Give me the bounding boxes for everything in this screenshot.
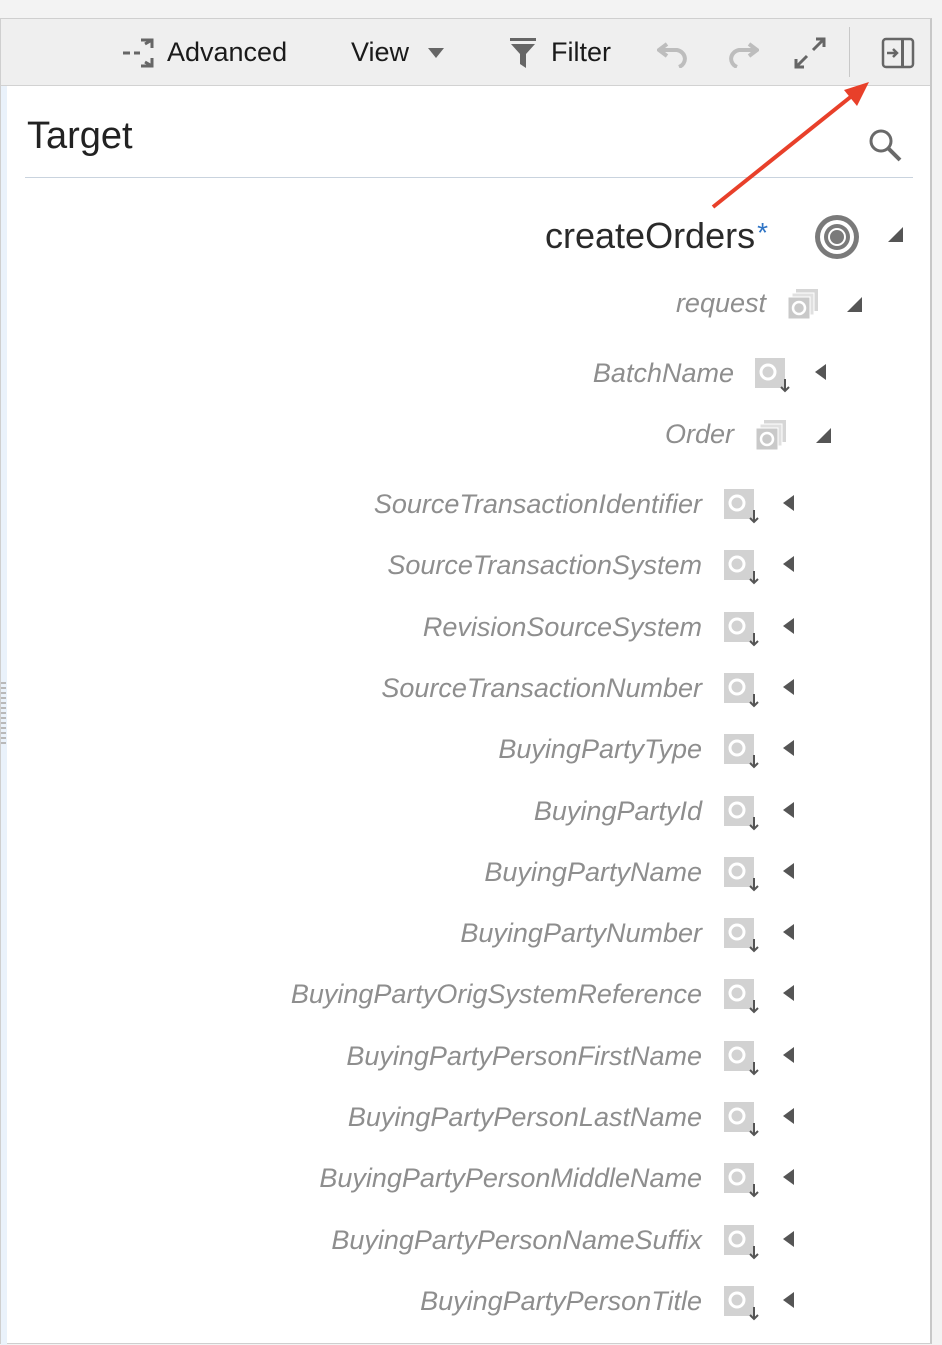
- leaf-element-icon: [723, 733, 759, 774]
- tree-node-order-field[interactable]: BuyingPartyPersonFirstName: [346, 1041, 702, 1072]
- tree-node-request[interactable]: request: [676, 288, 766, 319]
- tree-node-createOrders[interactable]: createOrders*: [545, 215, 768, 257]
- expand-triangle-icon[interactable]: [783, 1292, 794, 1308]
- expand-triangle-icon[interactable]: [783, 1169, 794, 1185]
- leaf-element-icon: [723, 1162, 759, 1203]
- leaf-element-icon: [723, 1224, 759, 1265]
- required-marker: *: [757, 217, 768, 248]
- expand-button[interactable]: [793, 19, 827, 86]
- expand-triangle-icon[interactable]: [783, 740, 794, 756]
- expand-triangle-icon[interactable]: [783, 924, 794, 940]
- expand-triangle-icon[interactable]: [783, 495, 794, 511]
- tree-node-order-field[interactable]: BuyingPartyPersonLastName: [348, 1102, 702, 1133]
- magnifier-icon: [867, 129, 903, 167]
- leaf-element-icon: [723, 611, 759, 652]
- leaf-element-icon: [723, 795, 759, 836]
- view-label: View: [351, 37, 410, 67]
- tree-node-order-field[interactable]: BuyingPartyPersonTitle: [420, 1286, 702, 1317]
- chevron-down-icon: [427, 47, 445, 59]
- redo-icon: [725, 38, 759, 68]
- expand-triangle-icon[interactable]: [783, 1231, 794, 1247]
- target-icon: [813, 213, 861, 266]
- tree-node-order-field[interactable]: BuyingPartyName: [484, 857, 702, 888]
- tree-node-order-field[interactable]: BuyingPartyPersonNameSuffix: [331, 1225, 702, 1256]
- expand-triangle-icon[interactable]: [783, 802, 794, 818]
- filter-button[interactable]: Filter: [509, 19, 611, 86]
- leaf-element-icon: [723, 978, 759, 1019]
- expand-icon: [793, 36, 827, 70]
- filter-label: Filter: [551, 37, 611, 67]
- leaf-element-icon: [723, 1040, 759, 1081]
- tree-node-order-field[interactable]: RevisionSourceSystem: [423, 612, 702, 643]
- tree-node-Order[interactable]: Order: [665, 419, 734, 450]
- leaf-element-icon: [754, 357, 790, 398]
- undo-button[interactable]: [657, 19, 691, 86]
- expand-triangle-icon[interactable]: [783, 679, 794, 695]
- view-menu-button[interactable]: View: [351, 19, 445, 86]
- tree-node-BatchName[interactable]: BatchName: [593, 358, 734, 389]
- tree-node-order-field[interactable]: SourceTransactionIdentifier: [374, 489, 702, 520]
- collapse-triangle-icon[interactable]: [816, 428, 831, 443]
- tree-node-order-field[interactable]: SourceTransactionNumber: [381, 673, 702, 704]
- tree-node-order-field[interactable]: BuyingPartyId: [534, 796, 702, 827]
- collapse-triangle-icon[interactable]: [888, 227, 903, 242]
- expand-triangle-icon[interactable]: [783, 618, 794, 634]
- expand-triangle-icon[interactable]: [783, 556, 794, 572]
- tree-node-order-field[interactable]: BuyingPartyNumber: [460, 918, 702, 949]
- leaf-element-icon: [723, 1101, 759, 1142]
- expand-triangle-icon[interactable]: [783, 985, 794, 1001]
- leaf-element-icon: [723, 917, 759, 958]
- leaf-element-icon: [723, 1285, 759, 1326]
- stacked-element-icon: [786, 287, 820, 326]
- root-node-label: createOrders: [545, 215, 756, 256]
- tree-node-order-field[interactable]: BuyingPartyType: [498, 734, 702, 765]
- redo-button[interactable]: [725, 19, 759, 86]
- advanced-button[interactable]: Advanced: [121, 19, 287, 86]
- toolbar: Advanced View Filter: [1, 19, 930, 86]
- stacked-element-icon: [754, 418, 788, 457]
- resize-grip[interactable]: [1, 682, 6, 744]
- leaf-element-icon: [723, 488, 759, 529]
- undo-icon: [657, 38, 691, 68]
- collapse-triangle-icon[interactable]: [847, 297, 862, 312]
- search-button[interactable]: [867, 127, 903, 168]
- tree-node-order-field[interactable]: BuyingPartyOrigSystemReference: [291, 979, 702, 1010]
- advanced-arrows-icon: [121, 36, 155, 70]
- tree-node-order-field[interactable]: BuyingPartyPersonMiddleName: [319, 1163, 702, 1194]
- expand-triangle-icon[interactable]: [783, 1047, 794, 1063]
- collapse-panel-icon: [881, 37, 915, 69]
- leaf-element-icon: [723, 549, 759, 590]
- expand-triangle-icon[interactable]: [815, 364, 826, 380]
- header-divider: [25, 177, 913, 178]
- target-panel: Advanced View Filter Target createOrders…: [0, 18, 932, 1345]
- advanced-label: Advanced: [167, 37, 288, 67]
- expand-triangle-icon[interactable]: [783, 1108, 794, 1124]
- funnel-icon: [509, 36, 537, 70]
- tree-node-order-field[interactable]: SourceTransactionSystem: [387, 550, 702, 581]
- collapse-panel-button[interactable]: [881, 19, 915, 86]
- toolbar-separator: [849, 27, 850, 77]
- leaf-element-icon: [723, 672, 759, 713]
- panel-title: Target: [27, 115, 133, 157]
- leaf-element-icon: [723, 856, 759, 897]
- expand-triangle-icon[interactable]: [783, 863, 794, 879]
